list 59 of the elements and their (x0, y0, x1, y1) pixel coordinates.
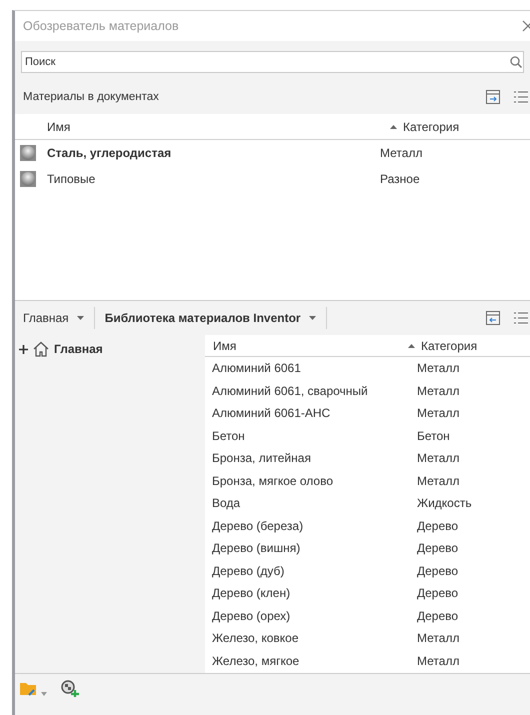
add-material-icon[interactable] (61, 680, 79, 696)
category-text: Дерево (417, 586, 458, 600)
material-name[interactable]: Железо, ковкое (212, 631, 417, 646)
home-icon[interactable] (33, 341, 49, 357)
search-field[interactable]: Поиск (21, 51, 524, 73)
section-title: Материалы в документах (23, 91, 159, 103)
material-name[interactable]: Железо, мягкое (212, 654, 417, 668)
material-name[interactable]: Дерево (дуб) (212, 564, 417, 578)
column-header[interactable]: Категория (390, 120, 460, 134)
material-swatch-icon (20, 145, 36, 161)
category-text: Жидкость (417, 496, 472, 510)
window-title: Обозреватель материалов (23, 19, 179, 33)
sort-arrow-icon[interactable] (390, 124, 397, 128)
search-icon[interactable] (510, 56, 522, 68)
folder-wrench-icon[interactable] (20, 680, 38, 696)
library-folder-button[interactable] (20, 680, 47, 696)
caret-icon[interactable] (41, 692, 47, 696)
breadcrumb-dropdown[interactable]: Главная (23, 307, 95, 329)
category-text: Разное (380, 172, 421, 186)
material-swatch-icon (20, 171, 36, 187)
category-text: Дерево (417, 564, 458, 578)
material-name[interactable]: Типовые (47, 172, 380, 186)
material-name[interactable]: Дерево (вишня) (212, 541, 417, 556)
material-name[interactable]: Бронза, мягкое олово (212, 474, 417, 488)
category-text: Металл (417, 654, 460, 668)
list-view-icon[interactable] (514, 312, 528, 324)
material-name[interactable]: Вода (212, 496, 417, 510)
list-view-icon[interactable] (514, 91, 528, 103)
column-header[interactable]: Категория (408, 338, 478, 352)
category-text: Металл (417, 406, 460, 420)
material-name[interactable]: Алюминий 6061-AHC (212, 406, 417, 420)
caret-icon[interactable] (308, 316, 316, 320)
expand-icon[interactable] (19, 344, 28, 354)
category-text: Металл (417, 451, 460, 466)
category-text: Металл (380, 146, 424, 160)
column-header[interactable]: Имя (213, 338, 408, 352)
category-text: Дерево (417, 541, 458, 556)
material-name[interactable]: Сталь, углеродистая (47, 146, 380, 160)
category-text: Бетон (417, 428, 450, 443)
category-text: Дерево (417, 608, 458, 623)
category-text: Металл (417, 384, 460, 398)
material-name[interactable]: Бронза, литейная (212, 451, 417, 466)
sort-arrow-icon[interactable] (408, 344, 415, 348)
panel-view-icon[interactable] (486, 311, 500, 325)
material-name[interactable]: Алюминий 6061, сварочный (212, 384, 417, 398)
material-name[interactable]: Бетон (212, 428, 417, 443)
material-name[interactable]: Дерево (клен) (212, 586, 417, 600)
category-text: Металл (417, 361, 460, 376)
category-text: Металл (417, 474, 460, 488)
caret-icon[interactable] (76, 316, 84, 320)
panel-view-icon[interactable] (486, 90, 500, 104)
material-name[interactable]: Дерево (орех) (212, 608, 417, 623)
category-text: Металл (417, 631, 460, 646)
breadcrumb-dropdown[interactable]: Библиотека материалов Inventor (104, 307, 327, 329)
category-text: Дерево (417, 518, 458, 533)
material-name[interactable]: Дерево (береза) (212, 518, 417, 533)
column-header[interactable]: Имя (47, 120, 390, 134)
material-name[interactable]: Алюминий 6061 (212, 361, 417, 376)
tree-item[interactable]: Главная (54, 342, 103, 356)
